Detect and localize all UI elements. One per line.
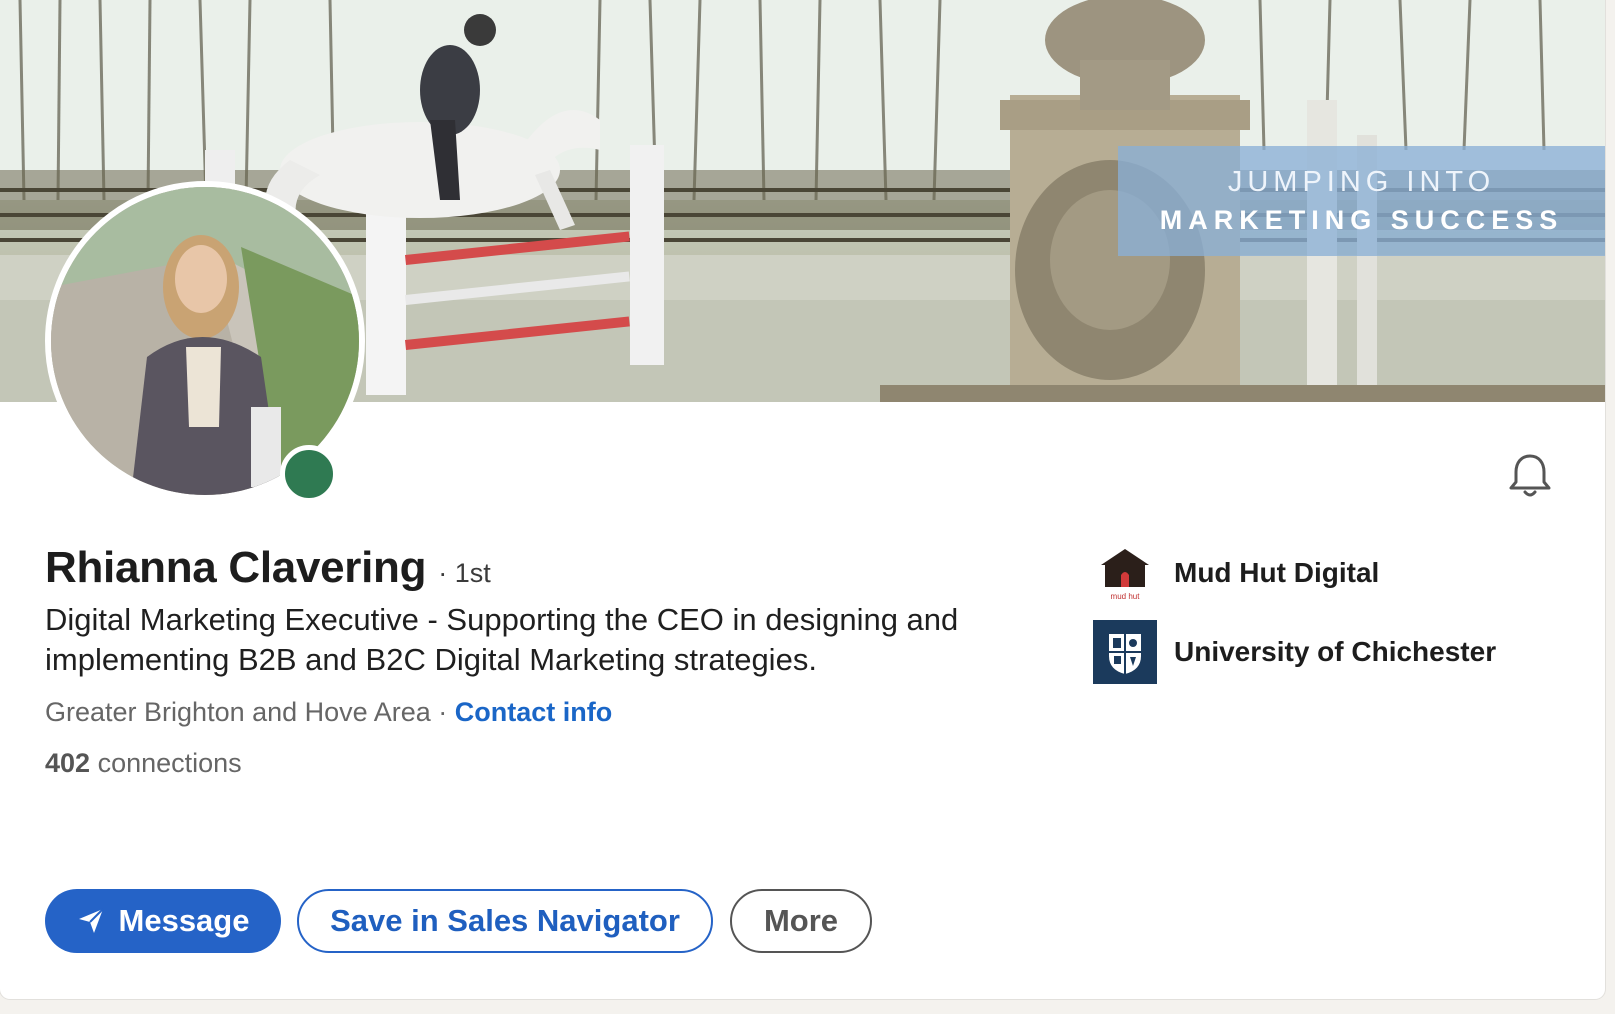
- more-button[interactable]: More: [730, 889, 872, 953]
- mud-hut-logo-text: mud hut: [1111, 592, 1141, 601]
- send-icon: [77, 907, 105, 935]
- message-button-label: Message: [118, 903, 250, 938]
- org-name-university: University of Chichester: [1174, 636, 1497, 667]
- location-separator: ·: [430, 697, 455, 727]
- contact-info-link[interactable]: Contact info: [455, 697, 612, 727]
- message-button[interactable]: Message: [45, 889, 281, 953]
- location-text: Greater Brighton and Hove Area: [45, 697, 431, 727]
- university-crest-logo: [1093, 620, 1157, 684]
- connections-number: 402: [45, 748, 91, 778]
- org-education[interactable]: University of Chichester: [1093, 620, 1496, 684]
- online-status-indicator: [280, 445, 338, 503]
- location-row: Greater Brighton and Hove Area · Contact…: [45, 697, 612, 728]
- save-in-sales-navigator-button[interactable]: Save in Sales Navigator: [297, 889, 713, 953]
- bell-icon[interactable]: [1508, 452, 1552, 498]
- profile-name: Rhianna Clavering: [45, 543, 427, 592]
- banner-title-line1: JUMPING INTO: [1227, 166, 1496, 198]
- more-button-label: More: [763, 903, 839, 938]
- banner-title-line2: MARKETING SUCCESS: [1159, 205, 1564, 235]
- banner-text-box: JUMPING INTO MARKETING SUCCESS: [1118, 146, 1605, 256]
- save-button-label: Save in Sales Navigator: [330, 903, 680, 938]
- org-current-company[interactable]: mud hut Mud Hut Digital: [1093, 541, 1379, 605]
- mud-hut-logo: mud hut: [1093, 541, 1157, 605]
- name-row: Rhianna Clavering · 1st: [45, 543, 491, 593]
- connections-count[interactable]: 402 connections: [45, 748, 242, 779]
- profile-headline: Digital Marketing Executive - Supporting…: [45, 602, 959, 677]
- profile-card: JUMPING INTO MARKETING SUCCESS Rhianna C…: [0, 0, 1605, 999]
- org-name-mud-hut: Mud Hut Digital: [1174, 557, 1380, 588]
- connections-label: connections: [90, 748, 242, 778]
- connection-degree: · 1st: [438, 558, 491, 588]
